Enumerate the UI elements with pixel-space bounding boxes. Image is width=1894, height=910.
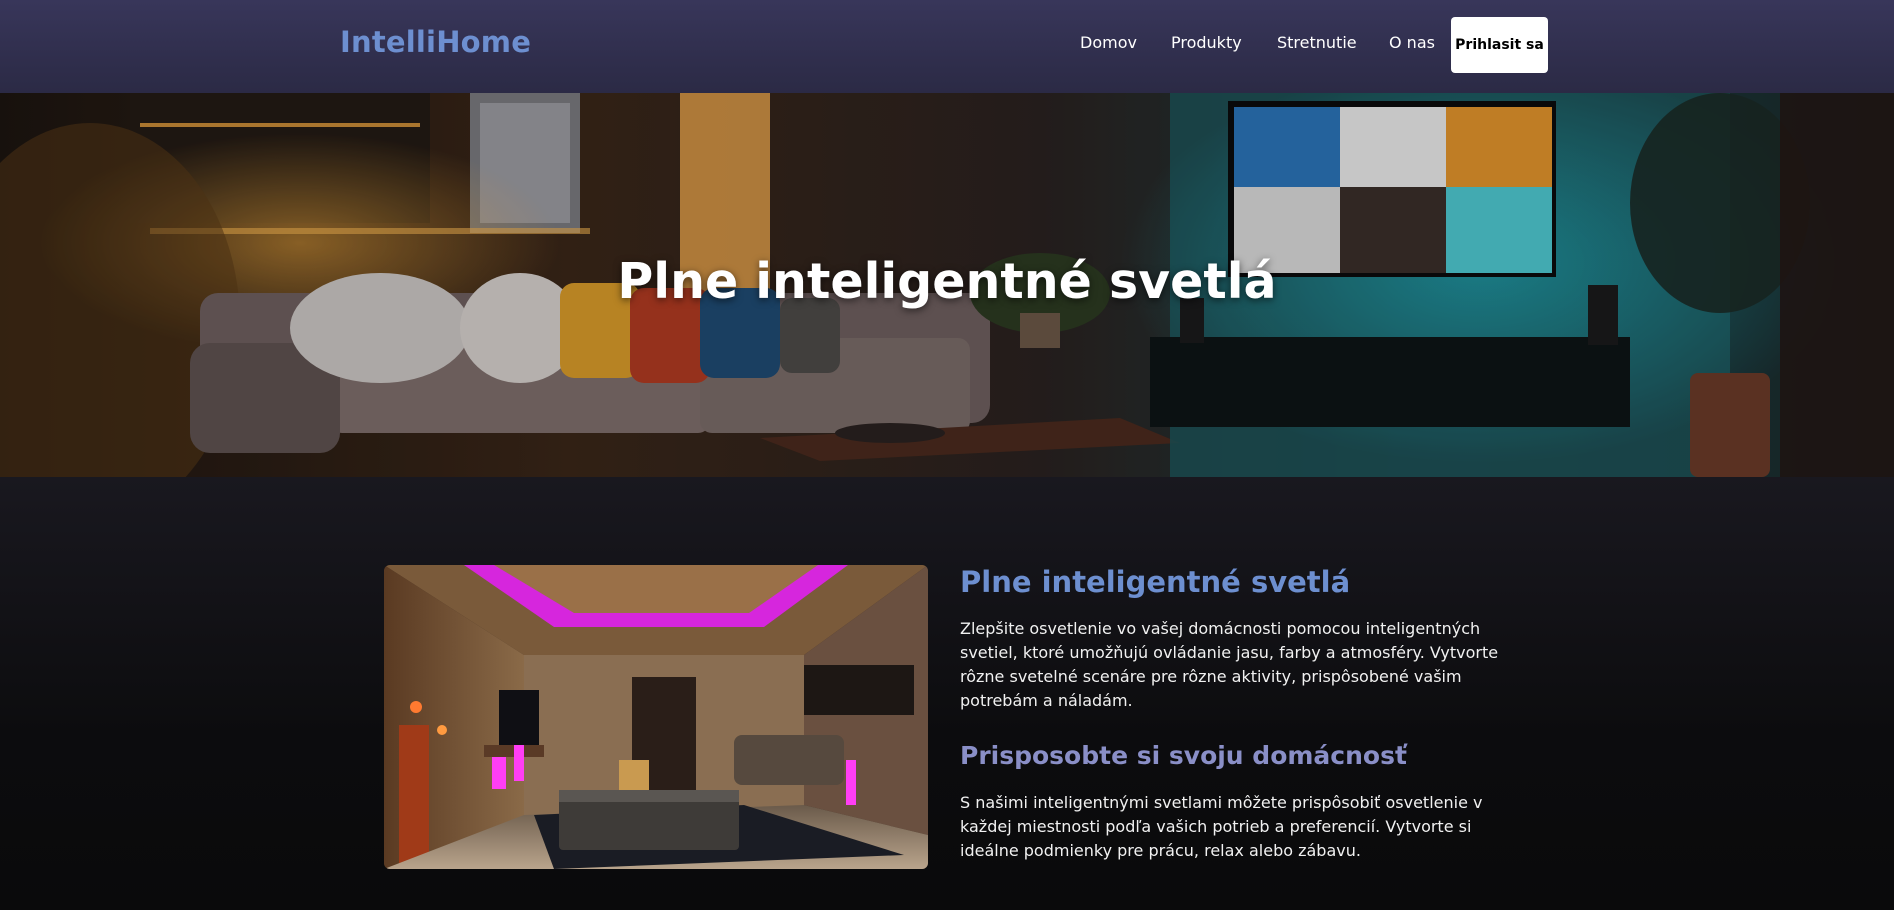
nav-link-produkty[interactable]: Produkty [1171,33,1242,52]
nav-link-o-nas[interactable]: O nas [1389,33,1435,52]
hero-title: Plne inteligentné svetlá [617,253,1277,310]
hero-banner: Plne inteligentné svetlá [0,93,1894,477]
section-title: Plne inteligentné svetlá [960,565,1351,599]
navbar: IntelliHome Domov Produkty Stretnutie O … [0,0,1894,93]
section-text: Zlepšite osvetlenie vo vašej domácnosti … [960,619,1499,710]
section-subtext: S našimi inteligentnými svetlami môžete … [960,793,1483,860]
nav-link-stretnutie[interactable]: Stretnutie [1277,33,1357,52]
nav-link-domov[interactable]: Domov [1080,33,1137,52]
living-room-image [384,565,928,869]
login-button[interactable]: Prihlasit sa [1451,17,1548,73]
content-section: Plne inteligentné svetlá Zlepšite osvetl… [0,477,1894,910]
logo[interactable]: IntelliHome [340,25,531,59]
section-subtitle: Prisposobte si svoju domácnosť [960,741,1407,770]
